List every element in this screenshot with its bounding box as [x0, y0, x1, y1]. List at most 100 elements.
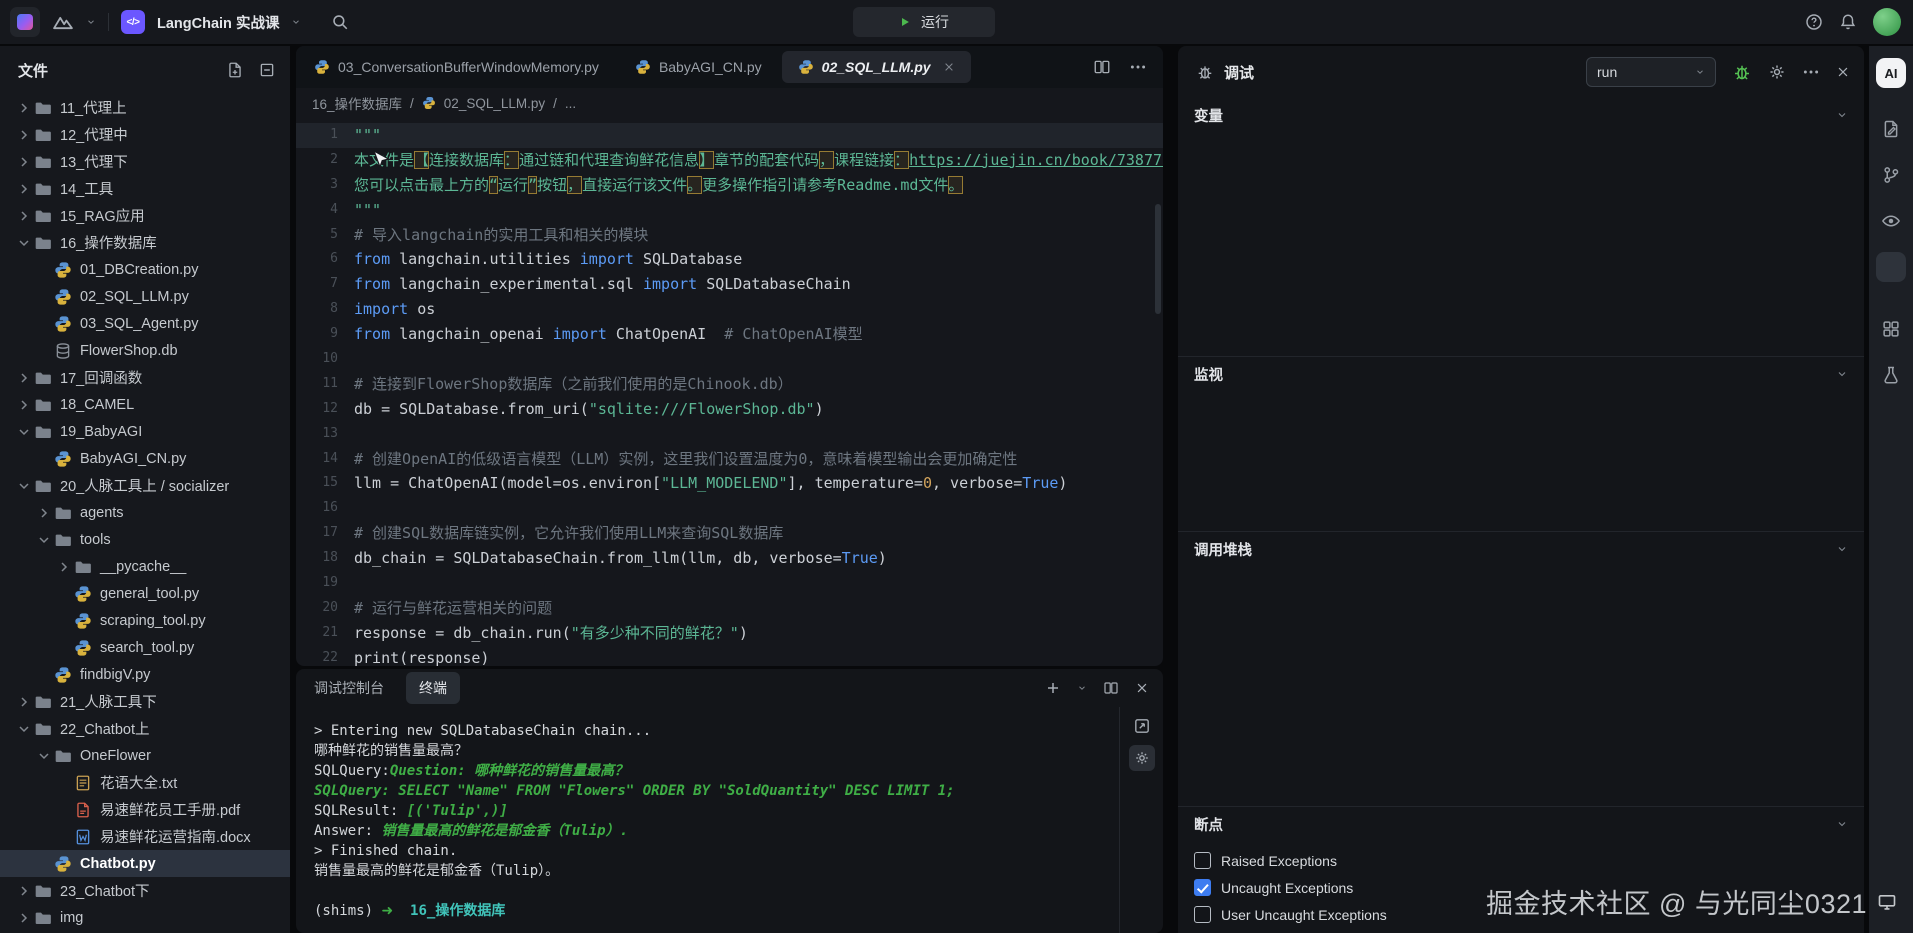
chevron-down-icon[interactable] [291, 17, 301, 27]
tree-item-file[interactable]: general_tool.py [0, 580, 290, 607]
open-in-editor-icon[interactable] [1133, 717, 1151, 735]
checkbox[interactable] [1194, 852, 1211, 869]
terminal-settings-button[interactable] [1129, 745, 1155, 771]
tree-item-folder[interactable]: 15_RAG应用 [0, 202, 290, 229]
tree-item-file[interactable]: search_tool.py [0, 634, 290, 661]
tree-item-folder[interactable]: OneFlower [0, 742, 290, 769]
tree-item-file[interactable]: 01_DBCreation.py [0, 256, 290, 283]
eye-icon[interactable] [1876, 206, 1906, 236]
checkbox[interactable] [1194, 879, 1211, 896]
flask-icon[interactable] [1876, 360, 1906, 390]
project-icon[interactable]: </> [121, 10, 145, 34]
chevron-down-icon[interactable] [86, 17, 96, 27]
chevron-right-icon[interactable] [16, 883, 32, 899]
tree-item-folder[interactable]: 23_Chatbot下 [0, 877, 290, 904]
editor-tab[interactable]: 03_ConversationBufferWindowMemory.py [298, 51, 615, 83]
chevron-right-icon[interactable] [16, 100, 32, 116]
split-panel-icon[interactable] [1103, 680, 1119, 696]
tree-item-folder[interactable]: 18_CAMEL [0, 391, 290, 418]
tree-item-folder[interactable]: 21_人脉工具下 [0, 688, 290, 715]
tree-item-file[interactable]: findbigV.py [0, 661, 290, 688]
chevron-right-icon[interactable] [16, 694, 32, 710]
split-editor-icon[interactable] [1093, 58, 1111, 76]
tree-item-file[interactable]: scraping_tool.py [0, 607, 290, 634]
tree-item-folder[interactable]: 16_操作数据库 [0, 229, 290, 256]
tree-item-file[interactable]: FlowerShop.db [0, 337, 290, 364]
tree-item-file[interactable]: 花语大全.txt [0, 769, 290, 796]
chevron-right-icon[interactable] [16, 208, 32, 224]
new-file-icon[interactable] [226, 61, 244, 79]
chevron-down-icon[interactable] [1836, 368, 1848, 380]
section-breakpoints-header[interactable]: 断点 [1178, 807, 1864, 841]
section-watch-header[interactable]: 监视 [1178, 357, 1864, 391]
tree-item-file[interactable]: 03_SQL_Agent.py [0, 310, 290, 337]
start-debug-icon[interactable] [1732, 62, 1752, 82]
breadcrumb-folder[interactable]: 16_操作数据库 [312, 93, 402, 113]
app-logo[interactable] [10, 7, 40, 37]
help-icon[interactable] [1805, 13, 1823, 31]
tree-item-folder[interactable]: 22_Chatbot上 [0, 715, 290, 742]
chevron-right-icon[interactable] [36, 505, 52, 521]
chevron-down-icon[interactable] [1836, 818, 1848, 830]
collapse-all-icon[interactable] [258, 61, 276, 79]
tree-item-folder[interactable]: __pycache__ [0, 553, 290, 580]
editor-tab[interactable]: BabyAGI_CN.py [619, 51, 778, 83]
breakpoint-row[interactable]: Raised Exceptions [1178, 847, 1864, 874]
chevron-down-icon[interactable] [16, 721, 32, 737]
tree-item-folder[interactable]: 19_BabyAGI [0, 418, 290, 445]
chevron-down-icon[interactable] [36, 532, 52, 548]
breadcrumb-more[interactable]: ... [565, 96, 576, 111]
section-callstack-header[interactable]: 调用堆栈 [1178, 532, 1864, 566]
tree-item-folder[interactable]: tools [0, 526, 290, 553]
tree-item-file[interactable]: 02_SQL_LLM.py [0, 283, 290, 310]
tree-item-folder[interactable]: 20_人脉工具上 / socializer [0, 472, 290, 499]
checkbox[interactable] [1194, 906, 1211, 923]
tree-item-folder[interactable]: 17_回调函数 [0, 364, 290, 391]
code-area[interactable]: 1"""2本文件是【连接数据库：通过链和代理查询鲜花信息】章节的配套代码，课程链… [296, 118, 1163, 666]
editor-scrollbar[interactable] [1155, 204, 1161, 314]
close-icon[interactable] [943, 61, 955, 73]
chevron-down-icon[interactable] [1836, 109, 1848, 121]
ai-badge[interactable]: AI [1876, 58, 1906, 88]
gear-icon[interactable] [1768, 63, 1786, 81]
chevron-down-icon[interactable] [16, 478, 32, 494]
run-button[interactable]: 运行 [853, 7, 995, 37]
tree-item-folder[interactable]: 13_代理下 [0, 148, 290, 175]
chevron-down-icon[interactable] [1836, 543, 1848, 555]
chevron-right-icon[interactable] [56, 559, 72, 575]
workspace-name[interactable]: LangChain 实战课 [157, 12, 279, 33]
grid-icon[interactable] [1876, 314, 1906, 344]
more-actions-icon[interactable] [1802, 63, 1820, 81]
file-edit-icon[interactable] [1876, 114, 1906, 144]
new-terminal-icon[interactable] [1045, 680, 1061, 696]
tree-item-folder[interactable]: 11_代理上 [0, 94, 290, 121]
breadcrumb[interactable]: 16_操作数据库 / 02_SQL_LLM.py / ... [296, 88, 1163, 118]
chevron-down-icon[interactable] [16, 424, 32, 440]
close-panel-icon[interactable] [1836, 65, 1850, 79]
chevron-down-icon[interactable] [36, 748, 52, 764]
avatar[interactable] [1873, 8, 1901, 36]
tab-debug-console[interactable]: 调试控制台 [314, 678, 384, 698]
chevron-down-icon[interactable] [16, 235, 32, 251]
close-panel-icon[interactable] [1135, 681, 1149, 695]
chevron-down-icon[interactable] [1077, 683, 1087, 693]
tree-item-folder[interactable]: 14_工具 [0, 175, 290, 202]
notifications-icon[interactable] [1839, 13, 1857, 31]
workspace-switcher-icon[interactable] [52, 11, 74, 33]
chevron-right-icon[interactable] [16, 154, 32, 170]
search-icon[interactable] [331, 13, 349, 31]
breadcrumb-file[interactable]: 02_SQL_LLM.py [444, 96, 545, 111]
more-actions-icon[interactable] [1129, 58, 1147, 76]
chevron-right-icon[interactable] [16, 370, 32, 386]
terminal-output[interactable]: > Entering new SQLDatabaseChain chain...… [296, 707, 1163, 933]
tree-item-file[interactable]: Chatbot.py [0, 850, 290, 877]
section-variables-header[interactable]: 变量 [1178, 98, 1864, 132]
git-branch-icon[interactable] [1876, 160, 1906, 190]
run-config-select[interactable]: run [1586, 57, 1716, 87]
chevron-right-icon[interactable] [16, 910, 32, 926]
chevron-right-icon[interactable] [16, 127, 32, 143]
tree-item-file[interactable]: 易速鲜花运营指南.docx [0, 823, 290, 850]
tab-terminal[interactable]: 终端 [406, 672, 460, 704]
editor-tab[interactable]: 02_SQL_LLM.py [782, 51, 971, 83]
tree-item-folder[interactable]: 12_代理中 [0, 121, 290, 148]
